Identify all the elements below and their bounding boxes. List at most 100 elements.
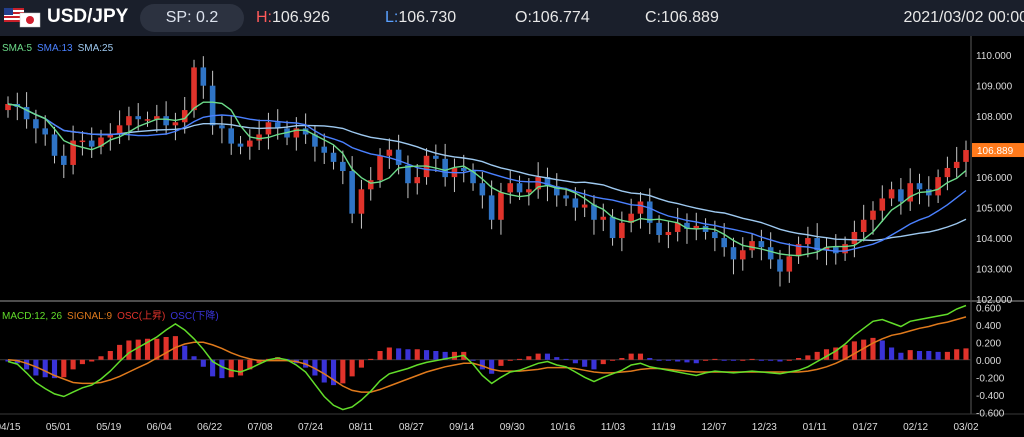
candle-body bbox=[516, 183, 523, 193]
osc-bar bbox=[703, 359, 709, 361]
date-tick-label: 08/11 bbox=[349, 422, 374, 433]
osc-bar bbox=[535, 353, 541, 360]
osc-bar bbox=[637, 353, 644, 360]
osc-bar bbox=[572, 359, 578, 364]
date-tick-label: 06/04 bbox=[147, 422, 172, 433]
osc-bar bbox=[126, 340, 132, 360]
osc-bar bbox=[805, 355, 811, 360]
osc-bar bbox=[796, 358, 802, 360]
sma-legend: SMA:5 SMA:13 SMA:25 bbox=[2, 43, 114, 54]
candle-body bbox=[888, 189, 895, 199]
date-tick-label: 04/15 bbox=[0, 422, 21, 433]
open-quote: O:106.774 bbox=[515, 9, 590, 26]
candle-body bbox=[61, 155, 67, 165]
signal-line bbox=[7, 316, 967, 393]
osc-bar bbox=[386, 347, 392, 360]
current-price-label: 106.889 bbox=[977, 146, 1014, 157]
candle-body bbox=[842, 244, 848, 254]
osc-bar bbox=[368, 358, 374, 360]
osc-bar bbox=[61, 359, 67, 378]
sma13-line bbox=[7, 103, 967, 252]
price-tick-label: 106.000 bbox=[976, 173, 1013, 184]
candle-body bbox=[572, 198, 579, 208]
osc-bar bbox=[879, 340, 885, 360]
candle-body bbox=[377, 155, 383, 181]
candle-body bbox=[442, 158, 448, 178]
price-tick-label: 109.000 bbox=[976, 82, 1013, 93]
osc-bar bbox=[740, 359, 746, 361]
macd-tick-label: 0.200 bbox=[976, 338, 1001, 349]
candle-body bbox=[395, 149, 402, 165]
osc-bar bbox=[730, 359, 737, 361]
osc-bar bbox=[582, 359, 588, 367]
candle-body bbox=[33, 119, 39, 129]
osc-bar bbox=[898, 352, 904, 360]
osc-bar bbox=[870, 337, 876, 360]
x-axis-labels: 04/15 05/01 05/19 06/04 06/22 07/08 07/24 08/11… bbox=[0, 422, 979, 433]
candle-body bbox=[42, 128, 48, 135]
y-axis-labels: 110.000109.000108.000107.000106.000105.0… bbox=[972, 51, 1024, 419]
close-quote: C:106.889 bbox=[645, 9, 719, 26]
osc-bar bbox=[498, 359, 504, 366]
osc-bar bbox=[321, 359, 327, 383]
date-tick-label: 07/08 bbox=[248, 422, 273, 433]
macd-tick-label: -0.400 bbox=[976, 391, 1005, 402]
osc-bar bbox=[163, 337, 169, 360]
osc-bar bbox=[423, 350, 430, 360]
candles bbox=[5, 56, 969, 287]
candle-body bbox=[851, 231, 858, 245]
candle-body bbox=[433, 155, 439, 159]
candle-body bbox=[860, 219, 867, 232]
sma-lines bbox=[7, 101, 967, 257]
macd-tick-label: 0.600 bbox=[976, 303, 1001, 314]
candle-body bbox=[739, 250, 746, 260]
osc-bar bbox=[935, 351, 941, 360]
osc-bar bbox=[237, 359, 244, 376]
candle-body bbox=[712, 231, 718, 239]
osc-bar bbox=[107, 351, 113, 360]
high-value: 106.926 bbox=[272, 9, 330, 26]
chart-canvas[interactable]: 110.000109.000108.000107.000106.000105.0… bbox=[0, 36, 1024, 437]
candle-body bbox=[340, 161, 346, 172]
candle-body bbox=[219, 125, 225, 129]
date-tick-label: 03/02 bbox=[953, 422, 978, 433]
osc-bar bbox=[470, 359, 476, 361]
macd-tick-label: 0.000 bbox=[976, 356, 1001, 367]
date-tick-label: 07/24 bbox=[298, 422, 323, 433]
osc-bar bbox=[749, 358, 755, 360]
candle-body bbox=[237, 143, 244, 147]
candle-body bbox=[247, 140, 253, 147]
candle-body bbox=[758, 241, 765, 248]
currency-pair[interactable]: USD/JPY bbox=[47, 6, 128, 28]
low-quote: L:106.730 bbox=[385, 9, 456, 27]
osc-bar bbox=[451, 351, 458, 360]
macd-tick-label: -0.200 bbox=[976, 373, 1005, 384]
osc-up-legend-item: OSC(上昇) bbox=[117, 310, 165, 322]
osc-bar bbox=[340, 359, 346, 384]
candle-body bbox=[321, 146, 328, 153]
price-tick-label: 108.000 bbox=[976, 112, 1013, 123]
candle-body bbox=[200, 67, 207, 86]
date-tick-label: 08/27 bbox=[399, 422, 424, 433]
high-quote: H:106.926 bbox=[256, 9, 330, 27]
datetime: 2021/03/02 00:00 bbox=[903, 9, 1024, 26]
date-tick-label: 09/30 bbox=[500, 422, 525, 433]
osc-bar bbox=[610, 359, 616, 361]
price-tick-label: 103.000 bbox=[976, 265, 1013, 276]
candle-body bbox=[609, 216, 616, 239]
quote-header: USD/JPY SP: 0.2 H:106.926 L:106.730 O:10… bbox=[0, 0, 1024, 36]
osc-bar bbox=[907, 350, 913, 360]
sma13-legend: SMA:13 bbox=[37, 43, 73, 54]
osc-bar bbox=[135, 339, 141, 360]
osc-bar bbox=[916, 351, 923, 360]
osc-bar bbox=[889, 347, 895, 360]
osc-bar bbox=[944, 351, 950, 360]
osc-bar bbox=[228, 359, 234, 378]
osc-bar bbox=[814, 351, 820, 360]
date-tick-label: 11/19 bbox=[651, 422, 676, 433]
date-tick-label: 12/07 bbox=[701, 422, 726, 433]
osc-bar bbox=[758, 359, 764, 361]
sma5-legend: SMA:5 bbox=[2, 43, 32, 54]
spread-pill: SP: 0.2 bbox=[140, 4, 244, 32]
osc-bar bbox=[721, 359, 727, 361]
